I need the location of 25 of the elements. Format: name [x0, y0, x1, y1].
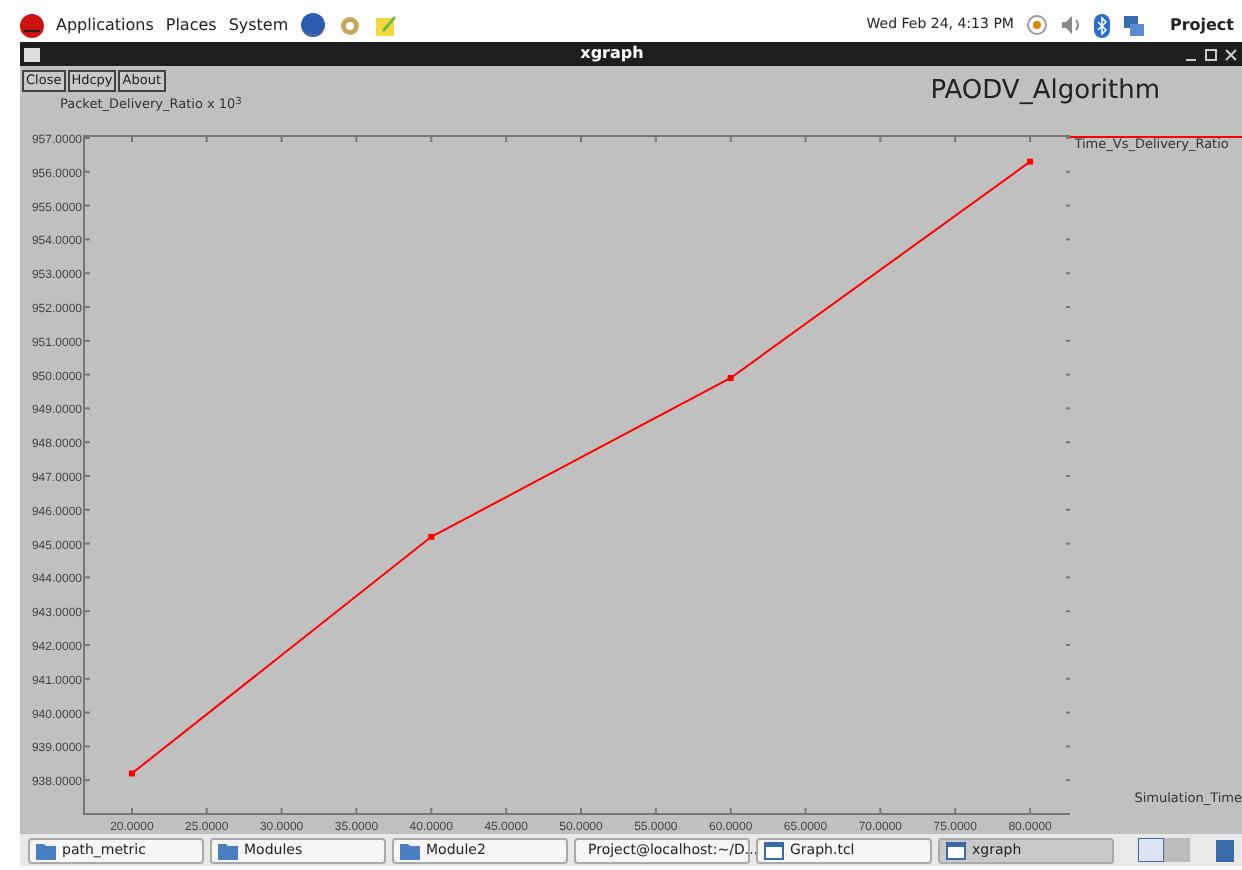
network-icon[interactable]	[1121, 13, 1146, 37]
maximize-icon[interactable]	[1204, 47, 1218, 61]
window-icon	[764, 841, 784, 859]
close-icon[interactable]	[1224, 47, 1238, 61]
panel-menu[interactable]: Places	[165, 13, 217, 37]
volume-icon[interactable]	[1059, 14, 1082, 36]
window-title: xgraph	[578, 42, 646, 66]
data-point	[1027, 158, 1034, 165]
hat-logo-icon[interactable]	[20, 13, 44, 37]
data-point	[428, 533, 435, 540]
user-name[interactable]: Project	[1169, 13, 1234, 37]
panel-menu[interactable]: Applications	[56, 13, 154, 37]
folder-icon	[400, 841, 420, 859]
bluetooth-icon[interactable]	[1093, 13, 1110, 37]
panel-menu[interactable]: System	[228, 13, 289, 37]
browser-globe-icon[interactable]	[300, 12, 327, 38]
workspace-icon[interactable]	[1138, 838, 1190, 862]
graph-title: PAODV_Algorithm	[930, 78, 1160, 104]
window-icon	[946, 841, 966, 859]
folder-icon	[36, 841, 56, 859]
data-point	[727, 375, 734, 381]
data-point	[128, 770, 135, 777]
trash-icon[interactable]	[1216, 838, 1234, 862]
folder-icon	[218, 841, 238, 859]
window-menu-icon[interactable]	[24, 47, 40, 61]
